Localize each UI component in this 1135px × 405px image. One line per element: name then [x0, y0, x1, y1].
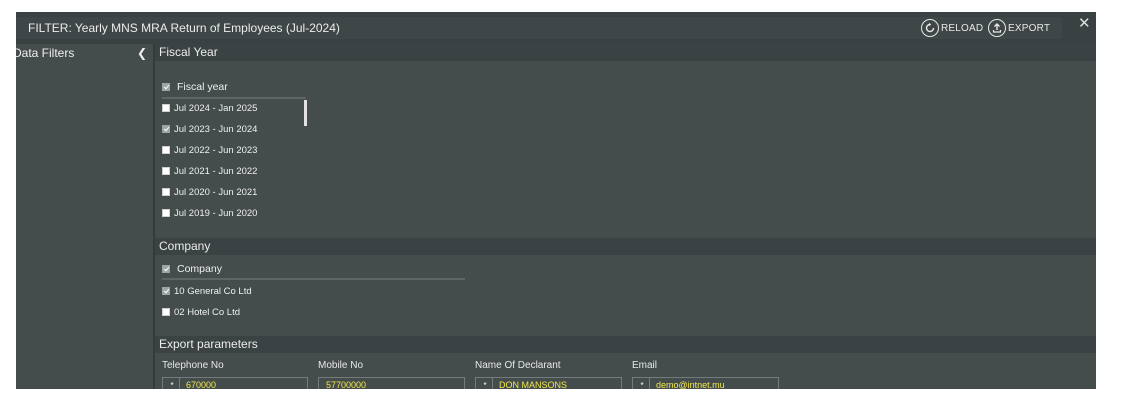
- company-section-title: Company: [159, 239, 211, 253]
- fiscal-year-option[interactable]: Jul 2022 - Jun 2023: [162, 143, 257, 157]
- export-parameters-section-header: Export parameters: [155, 336, 1096, 353]
- telephone-label: Telephone No: [162, 360, 224, 371]
- export-parameters-section-title: Export parameters: [159, 337, 258, 351]
- fiscal-year-option-label: Jul 2020 - Jun 2021: [174, 186, 258, 198]
- checkbox[interactable]: [162, 287, 170, 295]
- fiscal-year-option-label: Jul 2024 - Jan 2025: [174, 102, 258, 114]
- checkbox[interactable]: [162, 188, 170, 196]
- company-divider: [162, 278, 465, 280]
- fiscal-year-option[interactable]: Jul 2023 - Jun 2024: [162, 122, 257, 136]
- fiscal-year-option[interactable]: Jul 2020 - Jun 2021: [162, 185, 257, 199]
- checkbox[interactable]: [162, 146, 170, 154]
- checkbox[interactable]: [162, 308, 170, 316]
- fiscal-year-select-all-checkbox[interactable]: [162, 83, 170, 91]
- mobile-value: 57700000: [326, 380, 367, 389]
- title-bar: FILTER: Yearly MNS MRA Return of Employe…: [16, 12, 1096, 44]
- fiscal-year-section-header: Fiscal Year: [155, 44, 1096, 61]
- checkbox[interactable]: [162, 104, 170, 112]
- reload-label: RELOAD: [941, 22, 984, 34]
- telephone-input[interactable]: * 670000: [162, 377, 308, 389]
- title-field: FILTER: Yearly MNS MRA Return of Employe…: [16, 17, 1062, 39]
- company-option-label: 10 General Co Ltd: [174, 285, 252, 297]
- mobile-label: Mobile No: [318, 360, 364, 371]
- fiscal-year-option[interactable]: Jul 2021 - Jun 2022: [162, 164, 257, 178]
- fiscal-year-divider: [162, 97, 306, 99]
- company-option-label: 02 Hotel Co Ltd: [174, 306, 241, 318]
- reload-icon: [921, 19, 939, 37]
- filter-content: Fiscal Year Fiscal year Jul 2024 - Jan 2…: [155, 44, 1096, 389]
- required-marker: *: [170, 380, 174, 390]
- company-option[interactable]: 02 Hotel Co Ltd: [162, 305, 240, 319]
- fiscal-year-option-label: Jul 2022 - Jun 2023: [174, 144, 258, 156]
- dialog-title: FILTER: Yearly MNS MRA Return of Employe…: [28, 21, 340, 35]
- company-select-all-label: Company: [177, 263, 222, 275]
- checkbox[interactable]: [162, 167, 170, 175]
- export-button[interactable]: EXPORT: [988, 17, 1050, 39]
- mobile-input[interactable]: 57700000: [318, 377, 465, 389]
- required-marker: *: [483, 380, 487, 390]
- company-option[interactable]: 10 General Co Ltd: [162, 284, 252, 298]
- fiscal-year-select-all[interactable]: Fiscal year: [162, 80, 228, 94]
- checkbox[interactable]: [162, 209, 170, 217]
- email-label: Email: [632, 360, 658, 371]
- export-label: EXPORT: [1008, 22, 1051, 34]
- fiscal-year-scrollbar-thumb[interactable]: [304, 100, 307, 126]
- input-separator: [649, 378, 650, 389]
- data-filters-sidebar: Data Filters ❮: [16, 44, 155, 389]
- company-select-all-checkbox[interactable]: [162, 265, 170, 273]
- email-input[interactable]: * demo@intnet.mu: [632, 377, 779, 389]
- fiscal-year-option[interactable]: Jul 2024 - Jan 2025: [162, 101, 257, 115]
- fiscal-year-option-label: Jul 2023 - Jun 2024: [174, 123, 258, 135]
- telephone-value: 670000: [186, 380, 217, 389]
- filter-dialog: FILTER: Yearly MNS MRA Return of Employe…: [16, 12, 1096, 389]
- required-marker: *: [640, 380, 644, 390]
- upload-icon: [988, 19, 1006, 37]
- input-separator: [179, 378, 180, 389]
- fiscal-year-option-label: Jul 2021 - Jun 2022: [174, 165, 258, 177]
- company-select-all[interactable]: Company: [162, 262, 222, 276]
- chevron-left-icon[interactable]: ❮: [137, 44, 147, 62]
- sidebar-title: Data Filters: [16, 46, 75, 60]
- fiscal-year-option-label: Jul 2019 - Jun 2020: [174, 207, 258, 219]
- declarant-name-value: DON MANSONS: [499, 380, 568, 389]
- fiscal-year-select-all-label: Fiscal year: [177, 81, 228, 93]
- company-section-header: Company: [155, 238, 1096, 255]
- input-separator: [492, 378, 493, 389]
- sidebar-header: Data Filters ❮: [16, 44, 153, 62]
- declarant-name-label: Name Of Declarant: [475, 360, 561, 371]
- close-icon[interactable]: ✕: [1078, 14, 1091, 32]
- declarant-name-input[interactable]: * DON MANSONS: [475, 377, 622, 389]
- email-value: demo@intnet.mu: [656, 380, 725, 389]
- fiscal-year-section-title: Fiscal Year: [159, 45, 218, 59]
- reload-button[interactable]: RELOAD: [921, 17, 983, 39]
- checkbox[interactable]: [162, 125, 170, 133]
- fiscal-year-option[interactable]: Jul 2019 - Jun 2020: [162, 206, 257, 220]
